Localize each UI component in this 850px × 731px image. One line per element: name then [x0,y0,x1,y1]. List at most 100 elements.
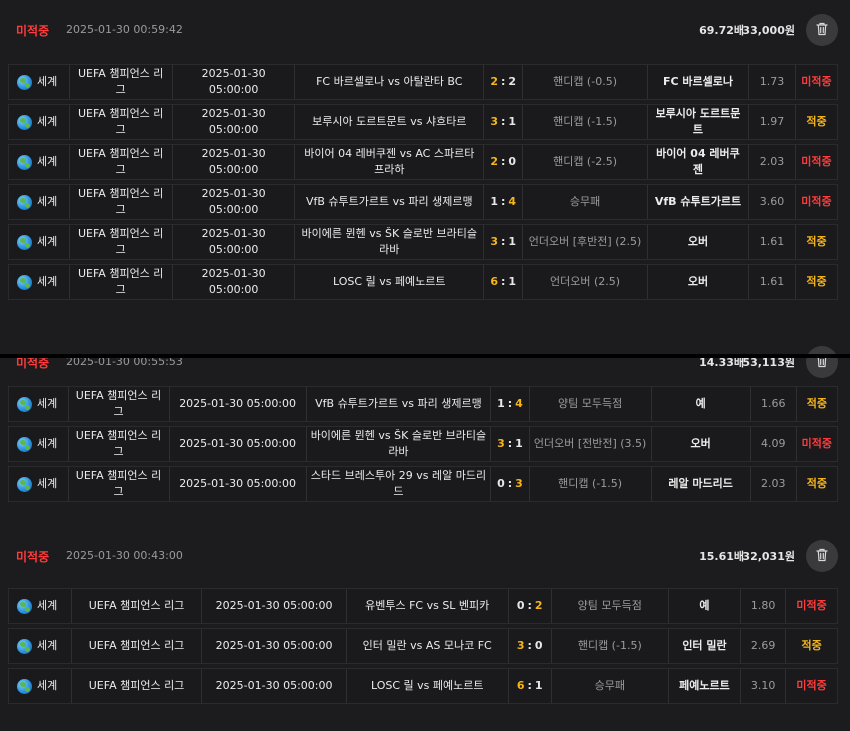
league-cell: UEFA 챔피언스 리그 [72,669,203,703]
region-label: 세계 [37,155,58,168]
odds-cell: 3.60 [749,185,796,219]
globe-icon [17,436,32,452]
score-away: 1 [508,235,517,248]
region-label: 세계 [37,477,58,490]
odds-cell: 1.80 [741,589,787,623]
bet-type-cell: 승무패 [552,669,669,703]
score-separator: : [507,477,513,490]
match-date-cell: 2025-01-30 05:00:00 [173,225,296,259]
match-date-cell: 2025-01-30 05:00:00 [173,65,296,99]
pick-cell: 오버 [652,427,751,461]
region-label: 세계 [37,235,58,248]
league-cell: UEFA 챔피언스 리그 [69,467,170,501]
score-cell: 1:4 [484,185,524,219]
score-away: 1 [515,437,523,450]
globe-icon [17,194,32,210]
league-cell: UEFA 챔피언스 리그 [69,387,170,421]
region-label: 세계 [37,437,58,450]
score-away: 4 [508,195,517,208]
match-teams-cell: 스타드 브레스투아 29 vs 레알 마드리드 [307,467,492,501]
odds-cell: 1.97 [749,105,796,139]
match-date-cell: 2025-01-30 05:00:00 [173,185,296,219]
league-cell: UEFA 챔피언스 리그 [72,629,203,663]
league-cell: UEFA 챔피언스 리그 [70,105,173,139]
trash-icon [814,21,830,40]
delete-button[interactable] [806,346,838,378]
bet-type-cell: 핸디캡 (-1.5) [552,629,669,663]
match-teams-cell: 바이어 04 레버쿠젠 vs AC 스파르타 프라하 [295,145,485,179]
match-date-cell: 2025-01-30 05:00:00 [202,669,347,703]
score-home: 0 [497,477,505,490]
league-cell: UEFA 챔피언스 리그 [70,265,173,299]
league-cell: UEFA 챔피언스 리그 [70,65,173,99]
match-teams-cell: VfB 슈투트가르트 vs 파리 생제르맹 [295,185,485,219]
slip-header: 미적중 2025-01-30 00:59:42 69.72배 33,000원 [0,0,850,60]
result-badge: 미적중 [796,679,827,692]
pick-cell: 예 [652,387,751,421]
match-date-cell: 2025-01-30 05:00:00 [173,265,296,299]
score-separator: : [500,115,506,128]
region-label: 세계 [37,397,58,410]
bet-row: 세계 UEFA 챔피언스 리그 2025-01-30 05:00:00 바이에른 뮌헨… [8,224,838,260]
score-cell: 1:4 [491,387,530,421]
score-away: 1 [508,275,517,288]
league-cell: UEFA 챔피언스 리그 [69,427,170,461]
globe-icon [17,396,32,412]
score-home: 1 [490,195,498,208]
score-separator: : [500,155,506,168]
result-badge: 미적중 [801,437,833,450]
odds-cell: 4.09 [751,427,797,461]
score-home: 3 [490,115,498,128]
pick-cell: 오버 [648,225,750,259]
score-separator: : [527,599,532,612]
region-cell: 세계 [9,589,72,623]
bet-row: 세계 UEFA 챔피언스 리그 2025-01-30 05:00:00 VfB 슈투트… [8,386,838,422]
score-away: 1 [534,679,543,692]
score-separator: : [507,437,513,450]
odds-cell: 1.73 [749,65,796,99]
result-badge: 미적중 [801,75,832,88]
result-badge: 적중 [806,235,827,248]
match-teams-cell: LOSC 릴 vs 페예노르트 [347,669,509,703]
region-cell: 세계 [9,105,70,139]
odds-cell: 3.10 [741,669,787,703]
score-home: 6 [490,275,498,288]
score-away: 3 [515,477,523,490]
league-cell: UEFA 챔피언스 리그 [70,185,173,219]
region-cell: 세계 [9,669,72,703]
result-badge: 미적중 [801,195,832,208]
score-separator: : [500,235,506,248]
league-cell: UEFA 챔피언스 리그 [72,589,203,623]
score-away: 2 [534,599,543,612]
region-cell: 세계 [9,427,69,461]
match-teams-cell: LOSC 릴 vs 페예노르트 [295,265,485,299]
globe-icon [17,154,32,170]
bet-type-cell: 언더오버 (2.5) [523,265,648,299]
slip-total-odds: 69.72배 [699,24,744,37]
region-label: 세계 [37,195,58,208]
region-cell: 세계 [9,185,70,219]
trash-icon [814,547,830,566]
bet-type-cell: 언더오버 [전반전] (3.5) [530,427,652,461]
score-separator: : [500,75,506,88]
delete-button[interactable] [806,14,838,46]
score-away: 1 [508,115,517,128]
match-date-cell: 2025-01-30 05:00:00 [170,427,307,461]
result-badge: 적중 [806,115,827,128]
match-teams-cell: 바이에른 뮌헨 vs ŠK 슬로반 브라티슬라바 [307,427,492,461]
delete-button[interactable] [806,540,838,572]
bet-type-cell: 승무패 [523,185,648,219]
match-date-cell: 2025-01-30 05:00:00 [173,105,296,139]
result-badge: 적중 [806,397,827,410]
league-cell: UEFA 챔피언스 리그 [70,225,173,259]
globe-icon [17,598,32,614]
score-separator: : [500,195,506,208]
score-home: 0 [516,599,525,612]
bet-row: 세계 UEFA 챔피언스 리그 2025-01-30 05:00:00 LOSC 릴 … [8,264,838,300]
bet-row: 세계 UEFA 챔피언스 리그 2025-01-30 05:00:00 FC 바르셀로… [8,64,838,100]
score-away: 2 [508,75,517,88]
region-label: 세계 [37,599,58,612]
bet-row: 세계 UEFA 챔피언스 리그 2025-01-30 05:00:00 LOSC 릴 … [8,668,838,704]
score-home: 3 [497,437,505,450]
match-teams-cell: 인터 밀란 vs AS 모나코 FC [347,629,509,663]
